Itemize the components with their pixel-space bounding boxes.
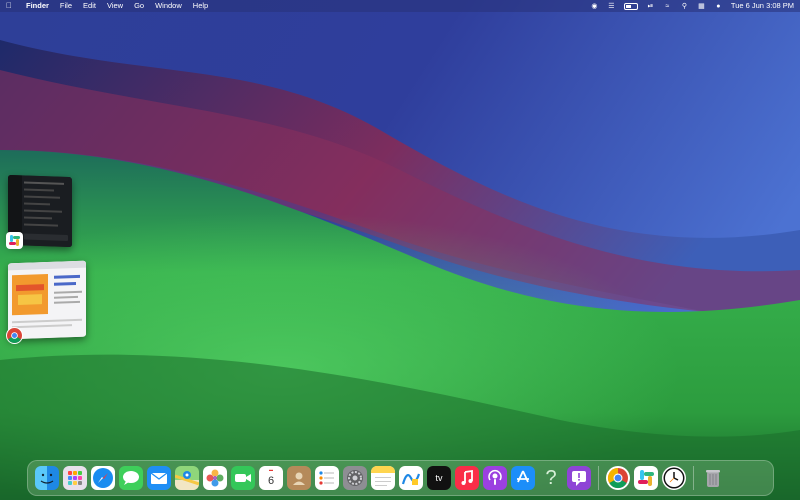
feedback-icon[interactable]	[567, 466, 591, 490]
maps-icon[interactable]	[175, 466, 199, 490]
menu-help[interactable]: Help	[193, 0, 208, 12]
tips-icon[interactable]: ?	[539, 466, 563, 490]
menu-go[interactable]: Go	[134, 0, 144, 12]
menu-edit[interactable]: Edit	[83, 0, 96, 12]
freeform-icon[interactable]	[399, 466, 423, 490]
facetime-icon[interactable]	[231, 466, 255, 490]
safari-icon[interactable]	[91, 466, 115, 490]
calendar-month-mark: ▬	[269, 467, 273, 472]
status-area: ◉ ☰ ⏯ ≈ ⚲ ▦ ● Tue 6 Jun 3:08 PM	[582, 0, 794, 12]
photos-icon[interactable]	[203, 466, 227, 490]
menu-window[interactable]: Window	[155, 0, 182, 12]
tv-icon[interactable]: tv	[427, 466, 451, 490]
notes-icon[interactable]	[371, 466, 395, 490]
menu-file[interactable]: File	[60, 0, 72, 12]
trash-icon[interactable]	[701, 466, 725, 490]
siri-icon[interactable]: ●	[714, 2, 723, 11]
clock-icon[interactable]	[662, 466, 686, 490]
settings-icon[interactable]	[343, 466, 367, 490]
appstore-icon[interactable]	[511, 466, 535, 490]
chrome-icon[interactable]	[6, 327, 23, 344]
wifi-icon[interactable]: ≈	[663, 2, 672, 11]
messages-icon[interactable]	[119, 466, 143, 490]
dock-separator	[693, 466, 694, 490]
play-icon[interactable]: ⏯	[646, 2, 655, 11]
calendar-icon[interactable]: ▬ 6	[259, 466, 283, 490]
chrome-icon[interactable]	[606, 466, 630, 490]
battery-icon[interactable]	[623, 2, 638, 10]
menubar-clock[interactable]: Tue 6 Jun 3:08 PM	[731, 0, 794, 12]
layers-icon[interactable]: ☰	[607, 2, 616, 11]
question-mark-glyph: ?	[545, 466, 557, 489]
podcasts-icon[interactable]	[483, 466, 507, 490]
apple-menu-icon[interactable]: 	[6, 0, 16, 12]
finder-icon[interactable]	[35, 466, 59, 490]
search-icon[interactable]: ⚲	[680, 2, 689, 11]
dock-separator	[598, 466, 599, 490]
contacts-icon[interactable]	[287, 466, 311, 490]
dock: ▬ 6 tv ?	[27, 460, 774, 496]
reminders-icon[interactable]	[315, 466, 339, 490]
tv-icon-label: tv	[435, 473, 443, 483]
record-icon[interactable]: ◉	[590, 2, 599, 11]
launchpad-icon[interactable]	[63, 466, 87, 490]
slack-icon[interactable]	[634, 466, 658, 490]
slack-icon[interactable]	[6, 232, 23, 249]
calendar-day: 6	[267, 474, 275, 487]
control-center-icon[interactable]: ▦	[697, 2, 706, 11]
menu-view[interactable]: View	[107, 0, 123, 12]
menu-app-name[interactable]: Finder	[26, 0, 49, 12]
desktop-wallpaper	[0, 0, 800, 500]
music-icon[interactable]	[455, 466, 479, 490]
mail-icon[interactable]	[147, 466, 171, 490]
menu-bar:  Finder File Edit View Go Window Help ◉…	[0, 0, 800, 12]
